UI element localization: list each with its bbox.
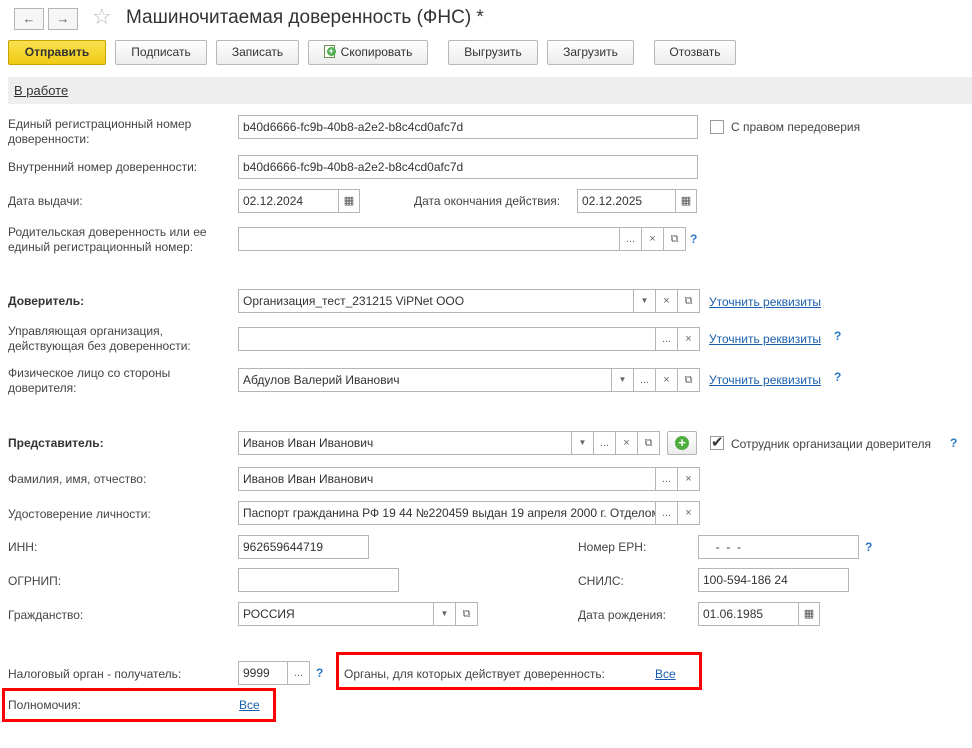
- authorities-label: Органы, для которых действует довереннос…: [344, 667, 605, 681]
- reg-number-field[interactable]: b40d6666-fc9b-40b8-a2e2-b8c4cd0afc7d: [238, 115, 698, 139]
- clear-icon[interactable]: ×: [656, 368, 678, 392]
- parent-field[interactable]: [238, 227, 620, 251]
- id-document-field[interactable]: Паспорт гражданина РФ 19 44 №220459 выда…: [238, 501, 656, 525]
- end-date-field[interactable]: 02.12.2025: [577, 189, 676, 213]
- reg-number-label: Единый регистрационный номер доверенност…: [8, 117, 192, 146]
- principal-details-link[interactable]: Уточнить реквизиты: [709, 295, 821, 309]
- issue-date-field[interactable]: 02.12.2024: [238, 189, 339, 213]
- select-button[interactable]: ...: [620, 227, 642, 251]
- employee-checkbox[interactable]: [710, 433, 724, 451]
- help-icon[interactable]: ?: [834, 329, 841, 343]
- powers-link[interactable]: Все: [239, 698, 260, 712]
- redelegation-checkbox[interactable]: [710, 120, 724, 134]
- copy-button[interactable]: Скопировать: [308, 40, 428, 65]
- sign-button[interactable]: Подписать: [115, 40, 207, 65]
- arrow-left-icon: ←: [22, 11, 36, 26]
- status-bar: В работе: [8, 77, 972, 104]
- clear-icon[interactable]: ×: [678, 327, 700, 351]
- individual-details-link[interactable]: Уточнить реквизиты: [709, 373, 821, 387]
- send-button[interactable]: Отправить: [8, 40, 106, 65]
- favorite-star-icon[interactable]: ☆: [92, 5, 112, 29]
- dropdown-icon[interactable]: ▼: [634, 289, 656, 313]
- principal-label: Доверитель:: [8, 294, 85, 308]
- clear-icon[interactable]: ×: [678, 467, 700, 491]
- issue-date-label: Дата выдачи:: [8, 194, 83, 208]
- redelegation-label: С правом передоверия: [731, 120, 861, 134]
- snils-field[interactable]: 100-594-186 24: [698, 568, 849, 592]
- inn-label: ИНН:: [8, 540, 38, 554]
- powers-label: Полномочия:: [8, 698, 81, 712]
- representative-field[interactable]: Иванов Иван Иванович: [238, 431, 572, 455]
- open-icon[interactable]: ⧉: [638, 431, 660, 455]
- individual-field[interactable]: Абдулов Валерий Иванович: [238, 368, 612, 392]
- select-button[interactable]: ...: [656, 467, 678, 491]
- clear-icon[interactable]: ×: [616, 431, 638, 455]
- select-button[interactable]: ...: [288, 661, 310, 685]
- export-button[interactable]: Выгрузить: [448, 40, 538, 65]
- representative-label: Представитель:: [8, 436, 104, 450]
- revoke-button[interactable]: Отозвать: [654, 40, 736, 65]
- dropdown-icon[interactable]: ▼: [612, 368, 634, 392]
- select-button[interactable]: ...: [656, 501, 678, 525]
- birth-date-label: Дата рождения:: [578, 608, 666, 622]
- arrow-right-icon: →: [56, 11, 70, 26]
- ern-field[interactable]: - - -: [698, 535, 859, 559]
- save-button[interactable]: Записать: [216, 40, 299, 65]
- ogrnip-label: ОГРНИП:: [8, 574, 62, 588]
- clear-icon[interactable]: ×: [678, 501, 700, 525]
- management-org-details-link[interactable]: Уточнить реквизиты: [709, 332, 821, 346]
- dropdown-icon[interactable]: ▼: [572, 431, 594, 455]
- end-date-label: Дата окончания действия:: [414, 194, 561, 208]
- help-icon[interactable]: ?: [316, 666, 323, 680]
- principal-field[interactable]: Организация_тест_231215 ViPNet ООО: [238, 289, 634, 313]
- open-icon[interactable]: ⧉: [678, 368, 700, 392]
- select-button[interactable]: ...: [634, 368, 656, 392]
- birth-date-field[interactable]: 01.06.1985: [698, 602, 799, 626]
- id-document-label: Удостоверение личности:: [8, 507, 151, 521]
- back-button[interactable]: ←: [14, 8, 44, 30]
- management-org-label: Управляющая организация, действующая без…: [8, 324, 191, 353]
- management-org-field[interactable]: [238, 327, 656, 351]
- full-name-label: Фамилия, имя, отчество:: [8, 472, 147, 486]
- copy-icon: [323, 45, 336, 58]
- ogrnip-field[interactable]: [238, 568, 399, 592]
- select-button[interactable]: ...: [594, 431, 616, 455]
- citizenship-field[interactable]: РОССИЯ: [238, 602, 434, 626]
- full-name-field[interactable]: Иванов Иван Иванович: [238, 467, 656, 491]
- ern-label: Номер ЕРН:: [578, 540, 647, 554]
- internal-number-label: Внутренний номер доверенности:: [8, 160, 198, 174]
- snils-label: СНИЛС:: [578, 574, 624, 588]
- help-icon[interactable]: ?: [950, 436, 957, 450]
- import-button[interactable]: Загрузить: [547, 40, 634, 65]
- inn-field[interactable]: 962659644719: [238, 535, 369, 559]
- help-icon[interactable]: ?: [690, 232, 697, 246]
- calendar-icon[interactable]: ▦: [339, 189, 360, 213]
- tax-authority-label: Налоговый орган - получатель:: [8, 667, 182, 681]
- plus-icon: +: [675, 436, 689, 450]
- citizenship-label: Гражданство:: [8, 608, 84, 622]
- open-icon[interactable]: ⧉: [456, 602, 478, 626]
- help-icon[interactable]: ?: [834, 370, 841, 384]
- parent-label: Родительская доверенность или ее единый …: [8, 225, 207, 254]
- forward-button[interactable]: →: [48, 8, 78, 30]
- calendar-icon[interactable]: ▦: [799, 602, 820, 626]
- select-button[interactable]: ...: [656, 327, 678, 351]
- clear-icon[interactable]: ×: [656, 289, 678, 313]
- dropdown-icon[interactable]: ▼: [434, 602, 456, 626]
- copy-button-label: Скопировать: [340, 45, 413, 59]
- status-link[interactable]: В работе: [14, 83, 68, 98]
- employee-label: Сотрудник организации доверителя: [731, 437, 931, 451]
- internal-number-field[interactable]: b40d6666-fc9b-40b8-a2e2-b8c4cd0afc7d: [238, 155, 698, 179]
- authorities-link[interactable]: Все: [655, 667, 676, 681]
- page-title: Машиночитаемая доверенность (ФНС) *: [126, 7, 484, 28]
- add-representative-button[interactable]: +: [667, 431, 697, 455]
- open-icon[interactable]: ⧉: [664, 227, 686, 251]
- calendar-icon[interactable]: ▦: [676, 189, 697, 213]
- help-icon[interactable]: ?: [865, 540, 872, 554]
- open-icon[interactable]: ⧉: [678, 289, 700, 313]
- clear-icon[interactable]: ×: [642, 227, 664, 251]
- individual-label: Физическое лицо со стороны доверителя:: [8, 366, 171, 395]
- tax-authority-field[interactable]: 9999: [238, 661, 288, 685]
